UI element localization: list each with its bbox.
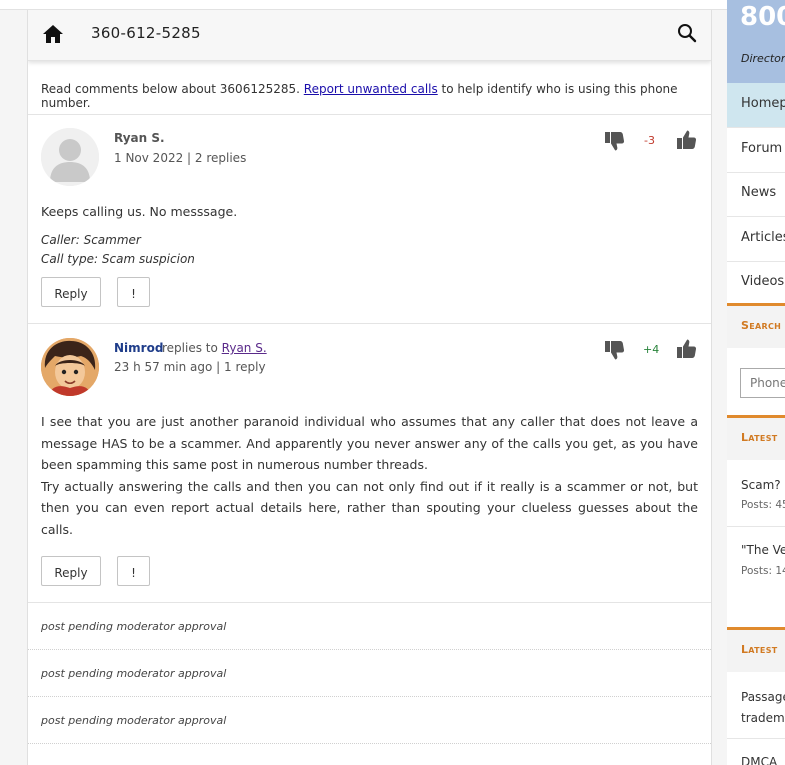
nav-label: News: [741, 185, 777, 200]
default-user-icon: [41, 128, 99, 186]
nav-item-homepage[interactable]: Homepage: [727, 83, 785, 128]
thumbs-down-icon[interactable]: [603, 339, 625, 361]
reply-button[interactable]: Reply: [41, 277, 101, 307]
intro-text: Read comments below about 3606125285. Re…: [41, 82, 706, 110]
nav-label: Articles: [741, 230, 785, 245]
comment-author[interactable]: Ryan S.: [114, 131, 165, 145]
pending-post: post pending moderator approval: [41, 620, 227, 633]
caller-type: Caller: Scammer: [41, 233, 141, 247]
pending-post: post pending moderator approval: [41, 714, 227, 727]
home-icon[interactable]: [42, 24, 64, 44]
comment-paragraph: I see that you are just another paranoid…: [41, 414, 698, 472]
replies-to-prefix: replies to: [162, 341, 222, 355]
replies-to: replies to Ryan S.: [162, 341, 267, 355]
comment-score: +4: [643, 343, 660, 356]
pending-post: post pending moderator approval: [41, 667, 227, 680]
browser-top-edge: [0, 0, 785, 10]
section-label: Search: [741, 319, 782, 332]
divider: [28, 114, 711, 115]
nav-item-news[interactable]: News: [727, 172, 785, 217]
latest-item-title[interactable]: Scam?: [741, 478, 781, 492]
main-content: 360-612-5285 Read comments below about 3…: [27, 10, 712, 765]
user-avatar-image: [41, 338, 99, 396]
thumbs-down-icon[interactable]: [603, 130, 625, 152]
latest-section-title: Latest: [727, 415, 785, 460]
comment-meta: 23 h 57 min ago | 1 reply: [114, 360, 266, 374]
reply-button[interactable]: Reply: [41, 556, 101, 586]
divider: [28, 743, 711, 744]
nav-label: Forum: [741, 141, 783, 156]
latest-item-title[interactable]: "The Ve: [741, 543, 785, 557]
nav-item-articles[interactable]: Articles: [727, 217, 785, 262]
comment-paragraph: Try actually answering the calls and the…: [41, 478, 698, 537]
comment-score: -3: [644, 134, 655, 147]
replies-to-link[interactable]: Ryan S.: [222, 341, 267, 355]
divider: [28, 602, 711, 603]
comment-text: I see that you are just another paranoid…: [41, 411, 698, 540]
latest-item-title[interactable]: Passage: [741, 690, 785, 704]
divider: [727, 738, 785, 739]
comment-meta: 1 Nov 2022 | 2 replies: [114, 151, 247, 165]
nav-item-forum[interactable]: Forum: [727, 128, 785, 173]
avatar: [41, 128, 99, 186]
comment-text: Keeps calling us. No messsage.: [41, 204, 238, 219]
site-tagline: Directory: [741, 52, 785, 65]
nav-label: Homepage: [741, 96, 785, 111]
call-type: Call type: Scam suspicion: [41, 252, 195, 266]
site-logo[interactable]: 800: [740, 2, 785, 32]
phone-search-input[interactable]: Phone: [740, 368, 785, 398]
flag-button[interactable]: !: [117, 556, 150, 586]
section-label: Latest: [741, 431, 778, 444]
divider: [727, 526, 785, 527]
page-title: 360-612-5285: [91, 24, 201, 42]
nav-label: Videos: [741, 274, 785, 289]
input-placeholder: Phone: [750, 376, 785, 390]
latest-section-title-2: Latest: [727, 627, 785, 672]
intro-before: Read comments below about 3606125285.: [41, 82, 304, 96]
thumbs-up-icon[interactable]: [675, 129, 697, 151]
report-unwanted-calls-link[interactable]: Report unwanted calls: [304, 82, 438, 96]
right-sidebar: 800 Directory Homepage Forum News Articl…: [727, 0, 785, 765]
latest-item-posts: Posts: 14: [741, 565, 785, 577]
thumbs-up-icon[interactable]: [675, 338, 697, 360]
flag-button[interactable]: !: [117, 277, 150, 307]
divider: [28, 649, 711, 650]
divider: [28, 696, 711, 697]
page-header: 360-612-5285: [28, 10, 711, 61]
section-label: Latest: [741, 643, 778, 656]
nav-item-videos[interactable]: Videos: [727, 261, 785, 306]
divider: [28, 323, 711, 324]
latest-item-title[interactable]: tradema: [741, 711, 785, 725]
search-section-title: Search: [727, 303, 785, 348]
latest-item-posts: Posts: 45: [741, 499, 785, 511]
latest-item-title[interactable]: DMCA: [741, 755, 777, 765]
comment-author[interactable]: Nimrod: [114, 341, 163, 355]
search-icon[interactable]: [676, 22, 698, 44]
avatar: [41, 338, 99, 396]
